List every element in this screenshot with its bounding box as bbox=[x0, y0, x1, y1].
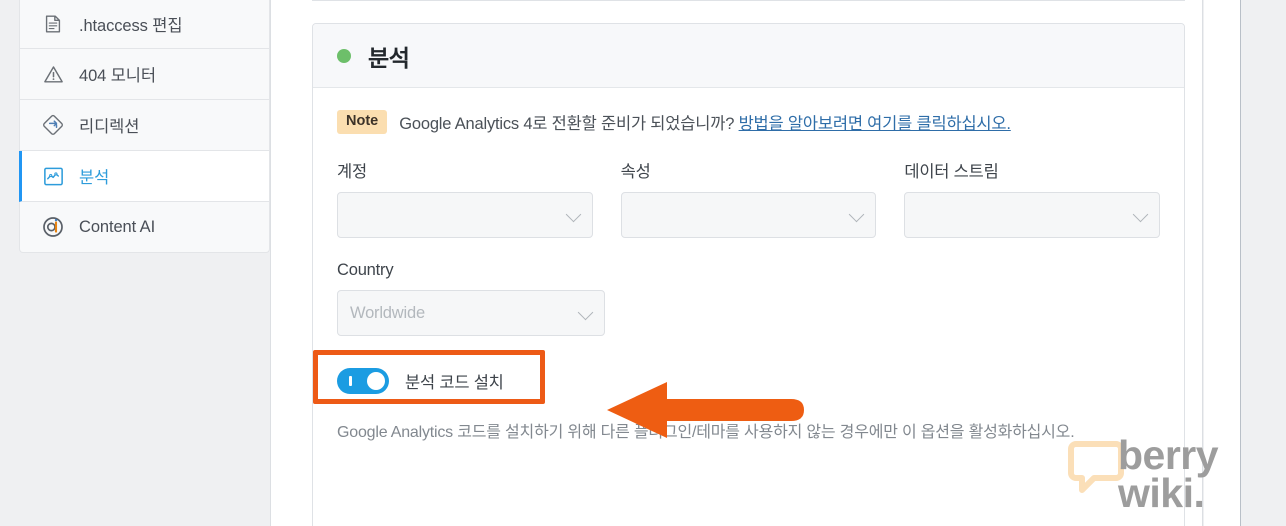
chevron-down-icon bbox=[849, 206, 865, 223]
main-content-column: 분석 Note Google Analytics 4로 전환할 준비가 되었습니… bbox=[270, 0, 1203, 526]
sidebar-item-404-monitor[interactable]: 404 모니터 bbox=[19, 49, 270, 100]
sidebar-item-analytics[interactable]: 분석 bbox=[19, 151, 270, 202]
sidebar-item-label: .htaccess 편집 bbox=[79, 16, 183, 35]
page-background-right bbox=[1241, 0, 1286, 526]
account-field: 계정 bbox=[337, 158, 593, 238]
sidebar-item-content-ai[interactable]: Content AI bbox=[19, 202, 270, 253]
country-field-label: Country bbox=[337, 261, 394, 279]
sidebar-nav-list: .htaccess 편집 404 모니터 리디렉션 분석 Content AI bbox=[19, 0, 270, 253]
sidebar-item-label: 리디렉션 bbox=[79, 118, 140, 136]
status-indicator-dot bbox=[337, 48, 351, 63]
content-ai-icon bbox=[41, 215, 65, 239]
data-stream-field: 데이터 스트림 bbox=[904, 158, 1161, 238]
data-stream-select[interactable] bbox=[904, 192, 1161, 238]
analytics-card: 분석 Note Google Analytics 4로 전환할 준비가 되었습니… bbox=[312, 23, 1185, 526]
note-text: Google Analytics 4로 전환할 준비가 되었습니까? 방법을 알… bbox=[399, 110, 1011, 134]
data-stream-field-label: 데이터 스트림 bbox=[904, 163, 999, 181]
sidebar-item-redirections[interactable]: 리디렉션 bbox=[19, 100, 270, 151]
property-select[interactable] bbox=[620, 192, 877, 238]
redirect-diamond-icon bbox=[41, 113, 65, 137]
country-row: Country Worldwide bbox=[337, 261, 1160, 336]
install-analytics-code-label: 분석 코드 설치 bbox=[405, 374, 504, 392]
page-title: 분석 bbox=[368, 44, 410, 71]
country-select-value: Worldwide bbox=[350, 303, 425, 322]
toggle-knob bbox=[367, 372, 385, 390]
sidebar-item-label: Content AI bbox=[79, 217, 156, 236]
toggle-on-bar-icon bbox=[349, 376, 352, 386]
sidebar: .htaccess 편집 404 모니터 리디렉션 분석 Content AI bbox=[19, 0, 270, 526]
sidebar-item-label: 404 모니터 bbox=[79, 67, 156, 85]
chevron-down-icon bbox=[1132, 206, 1149, 223]
property-field: 속성 bbox=[620, 158, 877, 238]
chevron-down-icon bbox=[577, 304, 594, 321]
account-select[interactable] bbox=[337, 192, 593, 238]
country-select[interactable]: Worldwide bbox=[337, 290, 605, 336]
left-gutter bbox=[0, 0, 19, 526]
sidebar-item-htaccess[interactable]: .htaccess 편집 bbox=[19, 0, 270, 49]
orange-arrow-annotation bbox=[607, 382, 804, 438]
sidebar-item-label: 분석 bbox=[79, 169, 110, 187]
chevron-down-icon bbox=[565, 206, 581, 223]
warning-triangle-icon bbox=[41, 62, 65, 86]
analytics-card-body: Note Google Analytics 4로 전환할 준비가 되었습니까? … bbox=[313, 88, 1184, 446]
install-analytics-code-toggle[interactable] bbox=[337, 368, 389, 394]
analytics-card-header: 분석 bbox=[313, 24, 1184, 88]
note-row: Note Google Analytics 4로 전환할 준비가 되었습니까? … bbox=[337, 110, 1160, 134]
country-field: Country Worldwide bbox=[337, 261, 605, 336]
property-field-label: 속성 bbox=[620, 163, 651, 181]
install-code-toggle-row: 분석 코드 설치 bbox=[337, 368, 569, 394]
document-icon bbox=[41, 12, 65, 36]
note-badge: Note bbox=[337, 110, 388, 134]
analytics-chart-icon bbox=[41, 164, 65, 188]
install-code-toggle-wrap: 분석 코드 설치 bbox=[313, 350, 804, 438]
note-message: Google Analytics 4로 전환할 준비가 되었습니까? bbox=[399, 115, 739, 133]
account-field-label: 계정 bbox=[337, 163, 367, 181]
account-property-stream-row: 계정 속성 데이터 스트림 bbox=[337, 158, 1161, 238]
right-gutter bbox=[1204, 0, 1286, 526]
ga4-learn-more-link[interactable]: 방법을 알아보려면 여기를 클릭하십시오. bbox=[739, 115, 1011, 133]
previous-card-edge bbox=[312, 0, 1185, 1]
